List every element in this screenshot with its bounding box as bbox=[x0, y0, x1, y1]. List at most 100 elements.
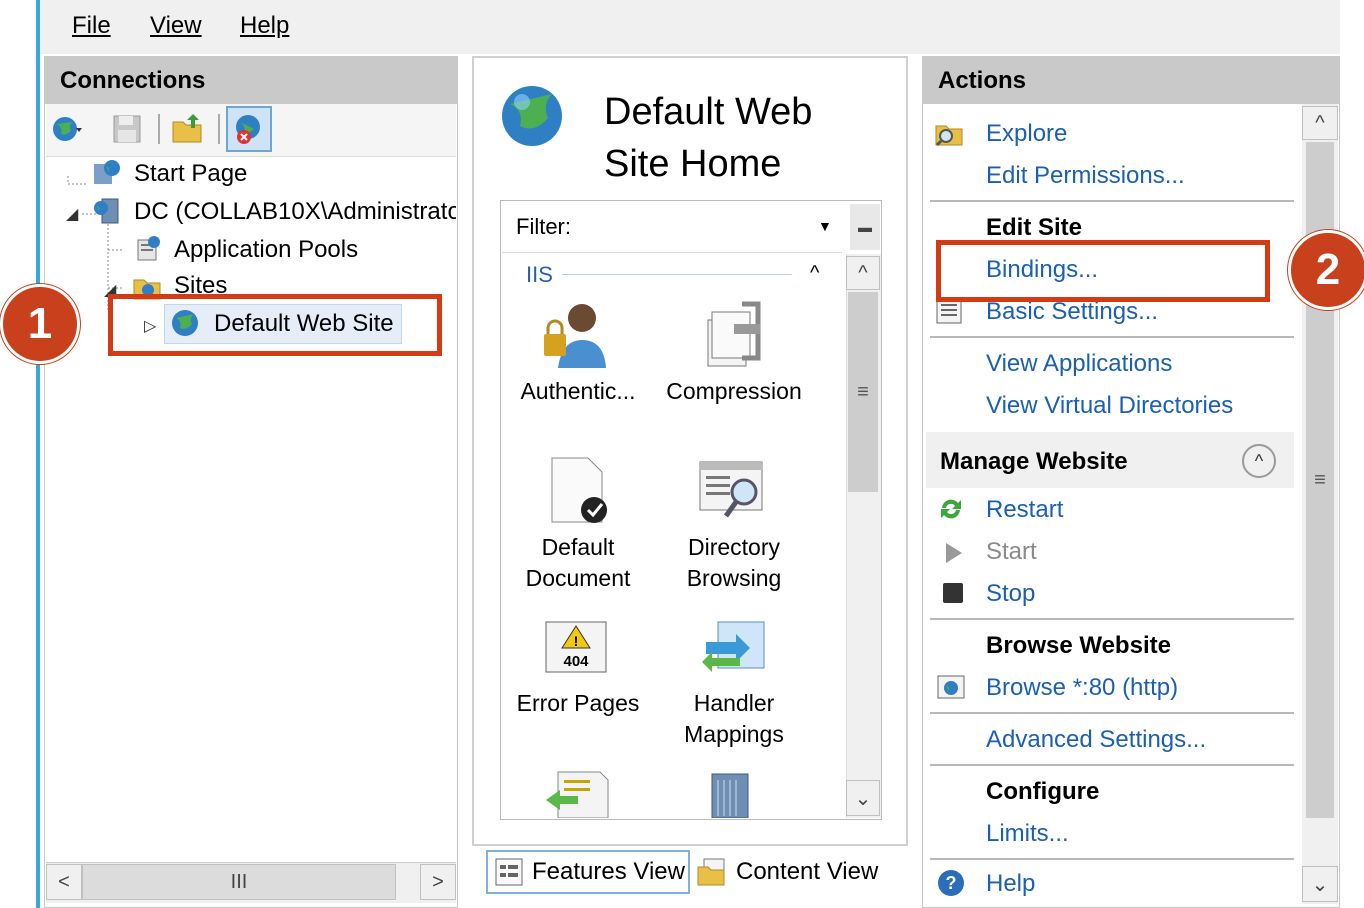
compression-icon bbox=[707, 301, 761, 367]
callout-1-badge: 1 bbox=[0, 284, 80, 364]
stop-icon bbox=[943, 583, 963, 603]
menu-help[interactable]: Help bbox=[240, 12, 289, 40]
action-explore[interactable]: Explore bbox=[986, 120, 1067, 148]
scroll-up-button[interactable]: ^ bbox=[1302, 106, 1338, 140]
connect-globe-icon[interactable] bbox=[50, 112, 84, 146]
feature-error-pages[interactable]: Error Pages bbox=[508, 688, 648, 719]
scroll-thumb-grip: III bbox=[230, 870, 248, 893]
collapse-section-icon[interactable]: ^ bbox=[1242, 444, 1276, 478]
tab-content-view[interactable]: Content View bbox=[696, 850, 896, 894]
section-divider bbox=[930, 764, 1294, 766]
action-limits[interactable]: Limits... bbox=[986, 820, 1069, 848]
tree-server-node[interactable]: DC (COLLAB10X\Administrato bbox=[134, 198, 456, 226]
menu-file[interactable]: File bbox=[72, 12, 111, 40]
tab-content-label: Content View bbox=[736, 858, 879, 885]
callout-2-badge: 2 bbox=[1288, 230, 1364, 310]
section-browse-website: Browse Website bbox=[986, 632, 1171, 659]
feature-handler-mappings[interactable]: Handler Mappings bbox=[664, 688, 804, 750]
user-lock-icon bbox=[544, 304, 606, 368]
scroll-up-button[interactable]: ^ bbox=[846, 256, 880, 290]
toolbar-separator bbox=[158, 114, 160, 144]
grip-icon: ≡ bbox=[857, 380, 869, 403]
up-folder-icon[interactable] bbox=[170, 112, 204, 146]
action-view-virtual-directories[interactable]: View Virtual Directories bbox=[986, 392, 1233, 420]
explore-folder-icon bbox=[935, 125, 963, 147]
feature-authentication[interactable]: Authentic... bbox=[508, 376, 648, 407]
feature-compression[interactable]: Compression bbox=[664, 376, 804, 407]
action-start[interactable]: Start bbox=[986, 538, 1037, 566]
start-play-icon bbox=[946, 543, 962, 563]
action-advanced-settings[interactable]: Advanced Settings... bbox=[986, 726, 1206, 754]
callout-2-highlight bbox=[936, 240, 1270, 302]
section-divider bbox=[930, 858, 1294, 860]
window-accent-border bbox=[36, 0, 40, 908]
scroll-right-button[interactable]: > bbox=[420, 864, 456, 900]
server-icon bbox=[94, 198, 119, 224]
section-edit-site: Edit Site bbox=[986, 214, 1083, 241]
action-help[interactable]: Help bbox=[986, 870, 1035, 898]
group-header-iis: IIS bbox=[526, 262, 553, 287]
menu-file-label: File bbox=[72, 12, 111, 39]
tab-features-view[interactable]: Features View bbox=[486, 850, 690, 894]
scroll-thumb[interactable]: III bbox=[82, 864, 396, 900]
group-divider bbox=[562, 274, 792, 275]
svg-text:404: 404 bbox=[563, 653, 589, 670]
filter-dropdown-icon[interactable]: ▼ bbox=[818, 218, 832, 234]
scroll-left-button[interactable]: < bbox=[46, 864, 82, 900]
filter-menu-button[interactable]: ▬ bbox=[850, 204, 880, 250]
default-document-icon bbox=[551, 457, 607, 523]
scroll-thumb[interactable]: ≡ bbox=[848, 292, 878, 492]
action-browse-80[interactable]: Browse *:80 (http) bbox=[986, 674, 1178, 702]
action-basic-settings[interactable]: Basic Settings... bbox=[986, 298, 1158, 326]
globe-icon bbox=[502, 86, 562, 146]
group-collapse-icon[interactable]: ^ bbox=[810, 262, 819, 285]
notebook-icon bbox=[711, 773, 749, 818]
connections-header: Connections bbox=[44, 56, 458, 104]
features-view-icon bbox=[495, 858, 523, 886]
handler-mappings-icon bbox=[702, 621, 765, 672]
tree-application-pools[interactable]: Application Pools bbox=[174, 236, 358, 264]
callout-1-highlight bbox=[108, 294, 442, 356]
disconnect-button[interactable] bbox=[226, 106, 272, 152]
menu-bar: File View Help bbox=[40, 0, 1340, 54]
disconnect-globe-icon bbox=[236, 115, 260, 144]
feature-default-document[interactable]: Default Document bbox=[508, 532, 648, 594]
help-icon: ? bbox=[938, 870, 964, 896]
actions-header: Actions bbox=[922, 56, 1340, 104]
filter-input[interactable] bbox=[590, 208, 842, 248]
action-view-applications[interactable]: View Applications bbox=[986, 350, 1172, 378]
action-edit-permissions[interactable]: Edit Permissions... bbox=[986, 162, 1185, 190]
menu-grip-icon: ▬ bbox=[858, 219, 872, 235]
tab-features-label: Features View bbox=[532, 858, 685, 885]
grip-icon: ≡ bbox=[1314, 468, 1326, 491]
module-icon bbox=[546, 771, 609, 818]
section-divider bbox=[930, 618, 1294, 620]
directory-browsing-icon bbox=[699, 461, 763, 518]
save-icon[interactable] bbox=[110, 112, 144, 146]
content-view-icon bbox=[697, 858, 725, 886]
tree-start-page[interactable]: Start Page bbox=[134, 160, 247, 188]
application-pools-icon bbox=[137, 236, 160, 261]
toolbar-separator bbox=[218, 114, 220, 144]
section-divider bbox=[930, 200, 1294, 202]
svg-text:?: ? bbox=[946, 873, 957, 893]
menu-view[interactable]: View bbox=[150, 12, 202, 40]
error-404-icon: ! 404 bbox=[545, 621, 607, 673]
action-stop[interactable]: Stop bbox=[986, 580, 1035, 608]
browse-globe-icon bbox=[937, 675, 965, 699]
scroll-down-button[interactable]: ⌄ bbox=[846, 780, 880, 816]
menu-help-label: Help bbox=[240, 12, 290, 39]
page-title: Default Web Site Home bbox=[604, 91, 813, 185]
filter-label: Filter: bbox=[516, 214, 571, 239]
action-restart[interactable]: Restart bbox=[986, 496, 1063, 524]
scroll-down-button[interactable]: ⌄ bbox=[1302, 866, 1338, 902]
menu-view-label: View bbox=[150, 12, 202, 39]
feature-directory-browsing[interactable]: Directory Browsing bbox=[664, 532, 804, 594]
section-divider bbox=[930, 712, 1294, 714]
section-configure: Configure bbox=[986, 778, 1100, 805]
tree-expander-icon[interactable]: ◢ bbox=[66, 204, 78, 224]
start-page-icon bbox=[94, 160, 120, 184]
section-divider bbox=[930, 336, 1294, 338]
svg-text:!: ! bbox=[574, 633, 579, 649]
restart-icon bbox=[941, 499, 961, 519]
